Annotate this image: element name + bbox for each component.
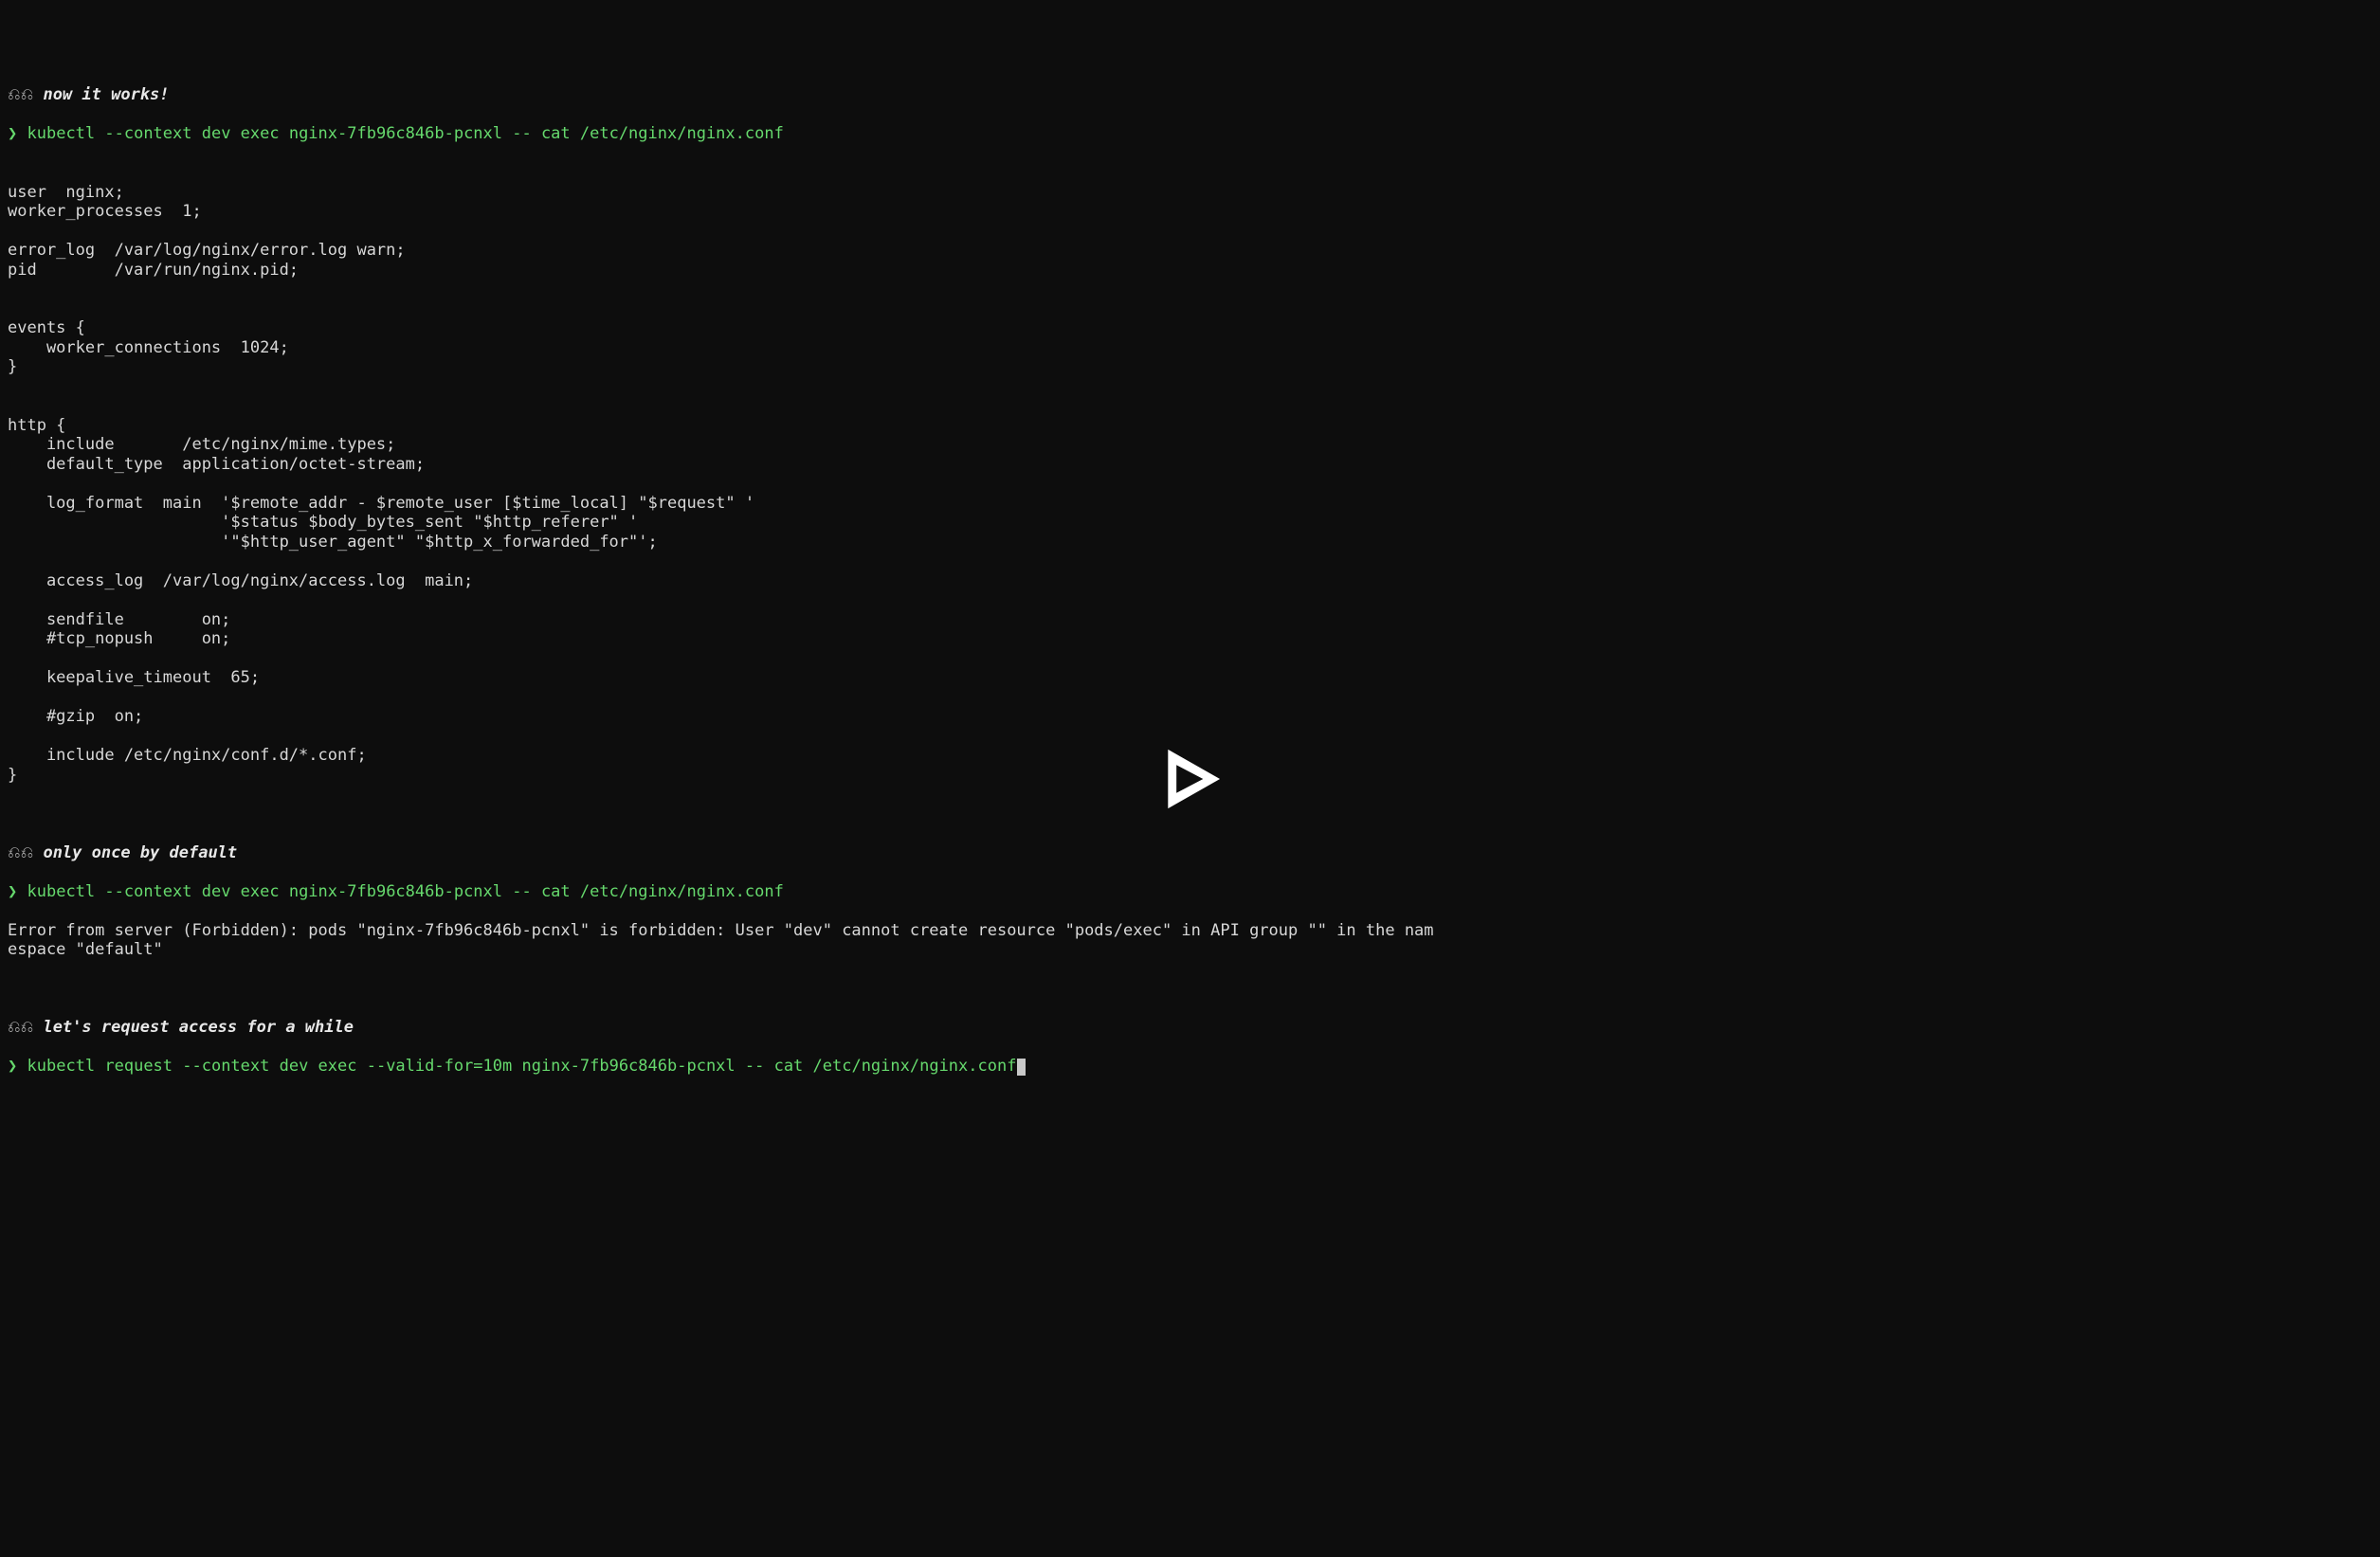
comment-3: let's request access for a while [43,1018,354,1037]
play-button[interactable] [1155,705,1226,853]
cursor [1017,1059,1026,1076]
prompt-mark-1: ❯ [8,124,17,143]
comment-1: now it works! [43,85,169,104]
prompt-mark-2: ❯ [8,882,17,901]
output-block-1: user nginx; worker_processes 1; error_lo… [8,163,2372,785]
prompt-line-1: ❯ kubectl --context dev exec nginx-7fb96… [8,124,2372,144]
prompt-mark-3: ❯ [8,1057,17,1076]
command-1: kubectl --context dev exec nginx-7fb96c8… [27,124,784,143]
command-2: kubectl --context dev exec nginx-7fb96c8… [27,882,784,901]
glyph-3: ⎌⎌ [8,1018,33,1037]
comment-2: only once by default [43,843,237,862]
glyph-1: ⎌⎌ [8,85,33,104]
error-output: Error from server (Forbidden): pods "ngi… [8,921,2372,960]
command-3: kubectl request --context dev exec --val… [27,1057,1017,1076]
glyph-2: ⎌⎌ [8,843,33,862]
play-icon [1155,744,1226,814]
comment-line-1: ⎌⎌ now it works! [8,85,2372,105]
comment-line-3: ⎌⎌ let's request access for a while [8,1018,2372,1038]
prompt-line-2: ❯ kubectl --context dev exec nginx-7fb96… [8,882,2372,902]
spacer-2 [8,979,2372,999]
prompt-line-3: ❯ kubectl request --context dev exec --v… [8,1057,2372,1077]
